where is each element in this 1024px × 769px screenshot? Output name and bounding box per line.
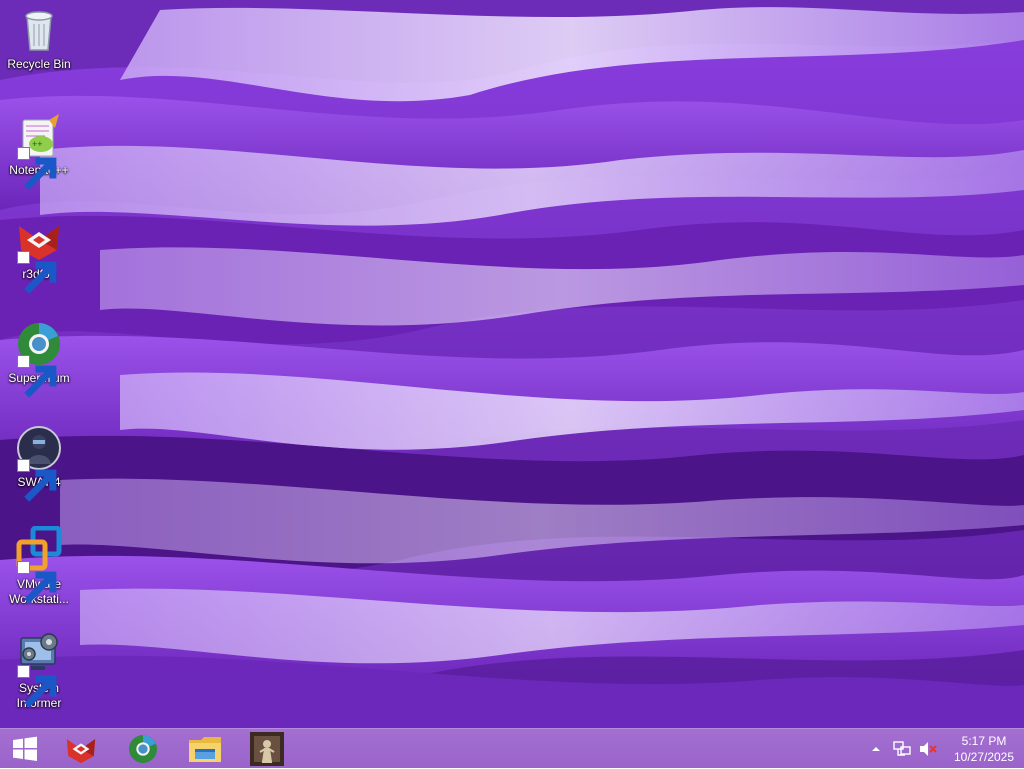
desktop-icon-vmware[interactable]: VMware Workstati... <box>0 526 78 607</box>
file-explorer-icon <box>189 737 221 762</box>
start-button[interactable] <box>0 729 50 769</box>
desktop-icon-system-informer[interactable]: System Informer <box>0 630 78 711</box>
taskbar-item-supermium[interactable] <box>114 729 172 769</box>
desktop-wallpaper <box>0 0 1024 728</box>
windows-logo-icon <box>13 736 37 761</box>
shortcut-arrow-icon <box>17 665 57 708</box>
shortcut-arrow-icon <box>17 355 57 398</box>
desktop-icon-notepad-plus-plus[interactable]: ++ Notepad++ <box>0 112 78 190</box>
desktop-icon-label: Recycle Bin <box>7 57 71 71</box>
taskbar-item-game[interactable] <box>238 729 296 769</box>
game-icon <box>250 732 284 766</box>
show-hidden-icons-icon[interactable] <box>866 739 886 759</box>
system-informer-icon <box>15 630 63 708</box>
shortcut-arrow-icon <box>17 147 57 190</box>
swat4-icon <box>15 424 63 502</box>
desktop-icon-recycle-bin[interactable]: Recycle Bin <box>0 6 78 72</box>
clock-time: 5:17 PM <box>961 734 1007 748</box>
clock-date: 10/27/2025 <box>953 750 1015 764</box>
shortcut-arrow-icon <box>17 251 57 294</box>
recycle-bin-icon <box>15 6 63 54</box>
volume-muted-icon[interactable] <box>918 739 938 759</box>
taskbar-item-file-explorer[interactable] <box>176 729 234 769</box>
supermium-icon <box>15 320 63 398</box>
shortcut-arrow-icon <box>17 459 57 502</box>
desktop-icon-supermium[interactable]: Supermium <box>0 320 78 398</box>
supermium-icon <box>129 735 157 763</box>
network-icon[interactable] <box>892 739 912 759</box>
shortcut-arrow-icon <box>17 561 57 604</box>
taskbar-clock[interactable]: 5:17 PM 10/27/2025 <box>944 733 1024 765</box>
r3dfox-icon <box>66 739 96 764</box>
taskbar-item-r3dfox[interactable] <box>52 729 110 769</box>
desktop-icon-r3dfox[interactable]: r3dfox <box>0 216 78 294</box>
vmware-icon <box>15 526 63 604</box>
taskbar: 5:17 PM 10/27/2025 <box>0 728 1024 768</box>
system-tray: 5:17 PM 10/27/2025 <box>866 729 1024 769</box>
desktop-icon-swat4[interactable]: SWAT 4 <box>0 424 78 502</box>
r3dfox-icon <box>15 216 63 294</box>
notepad-plus-plus-icon: ++ <box>15 112 63 190</box>
